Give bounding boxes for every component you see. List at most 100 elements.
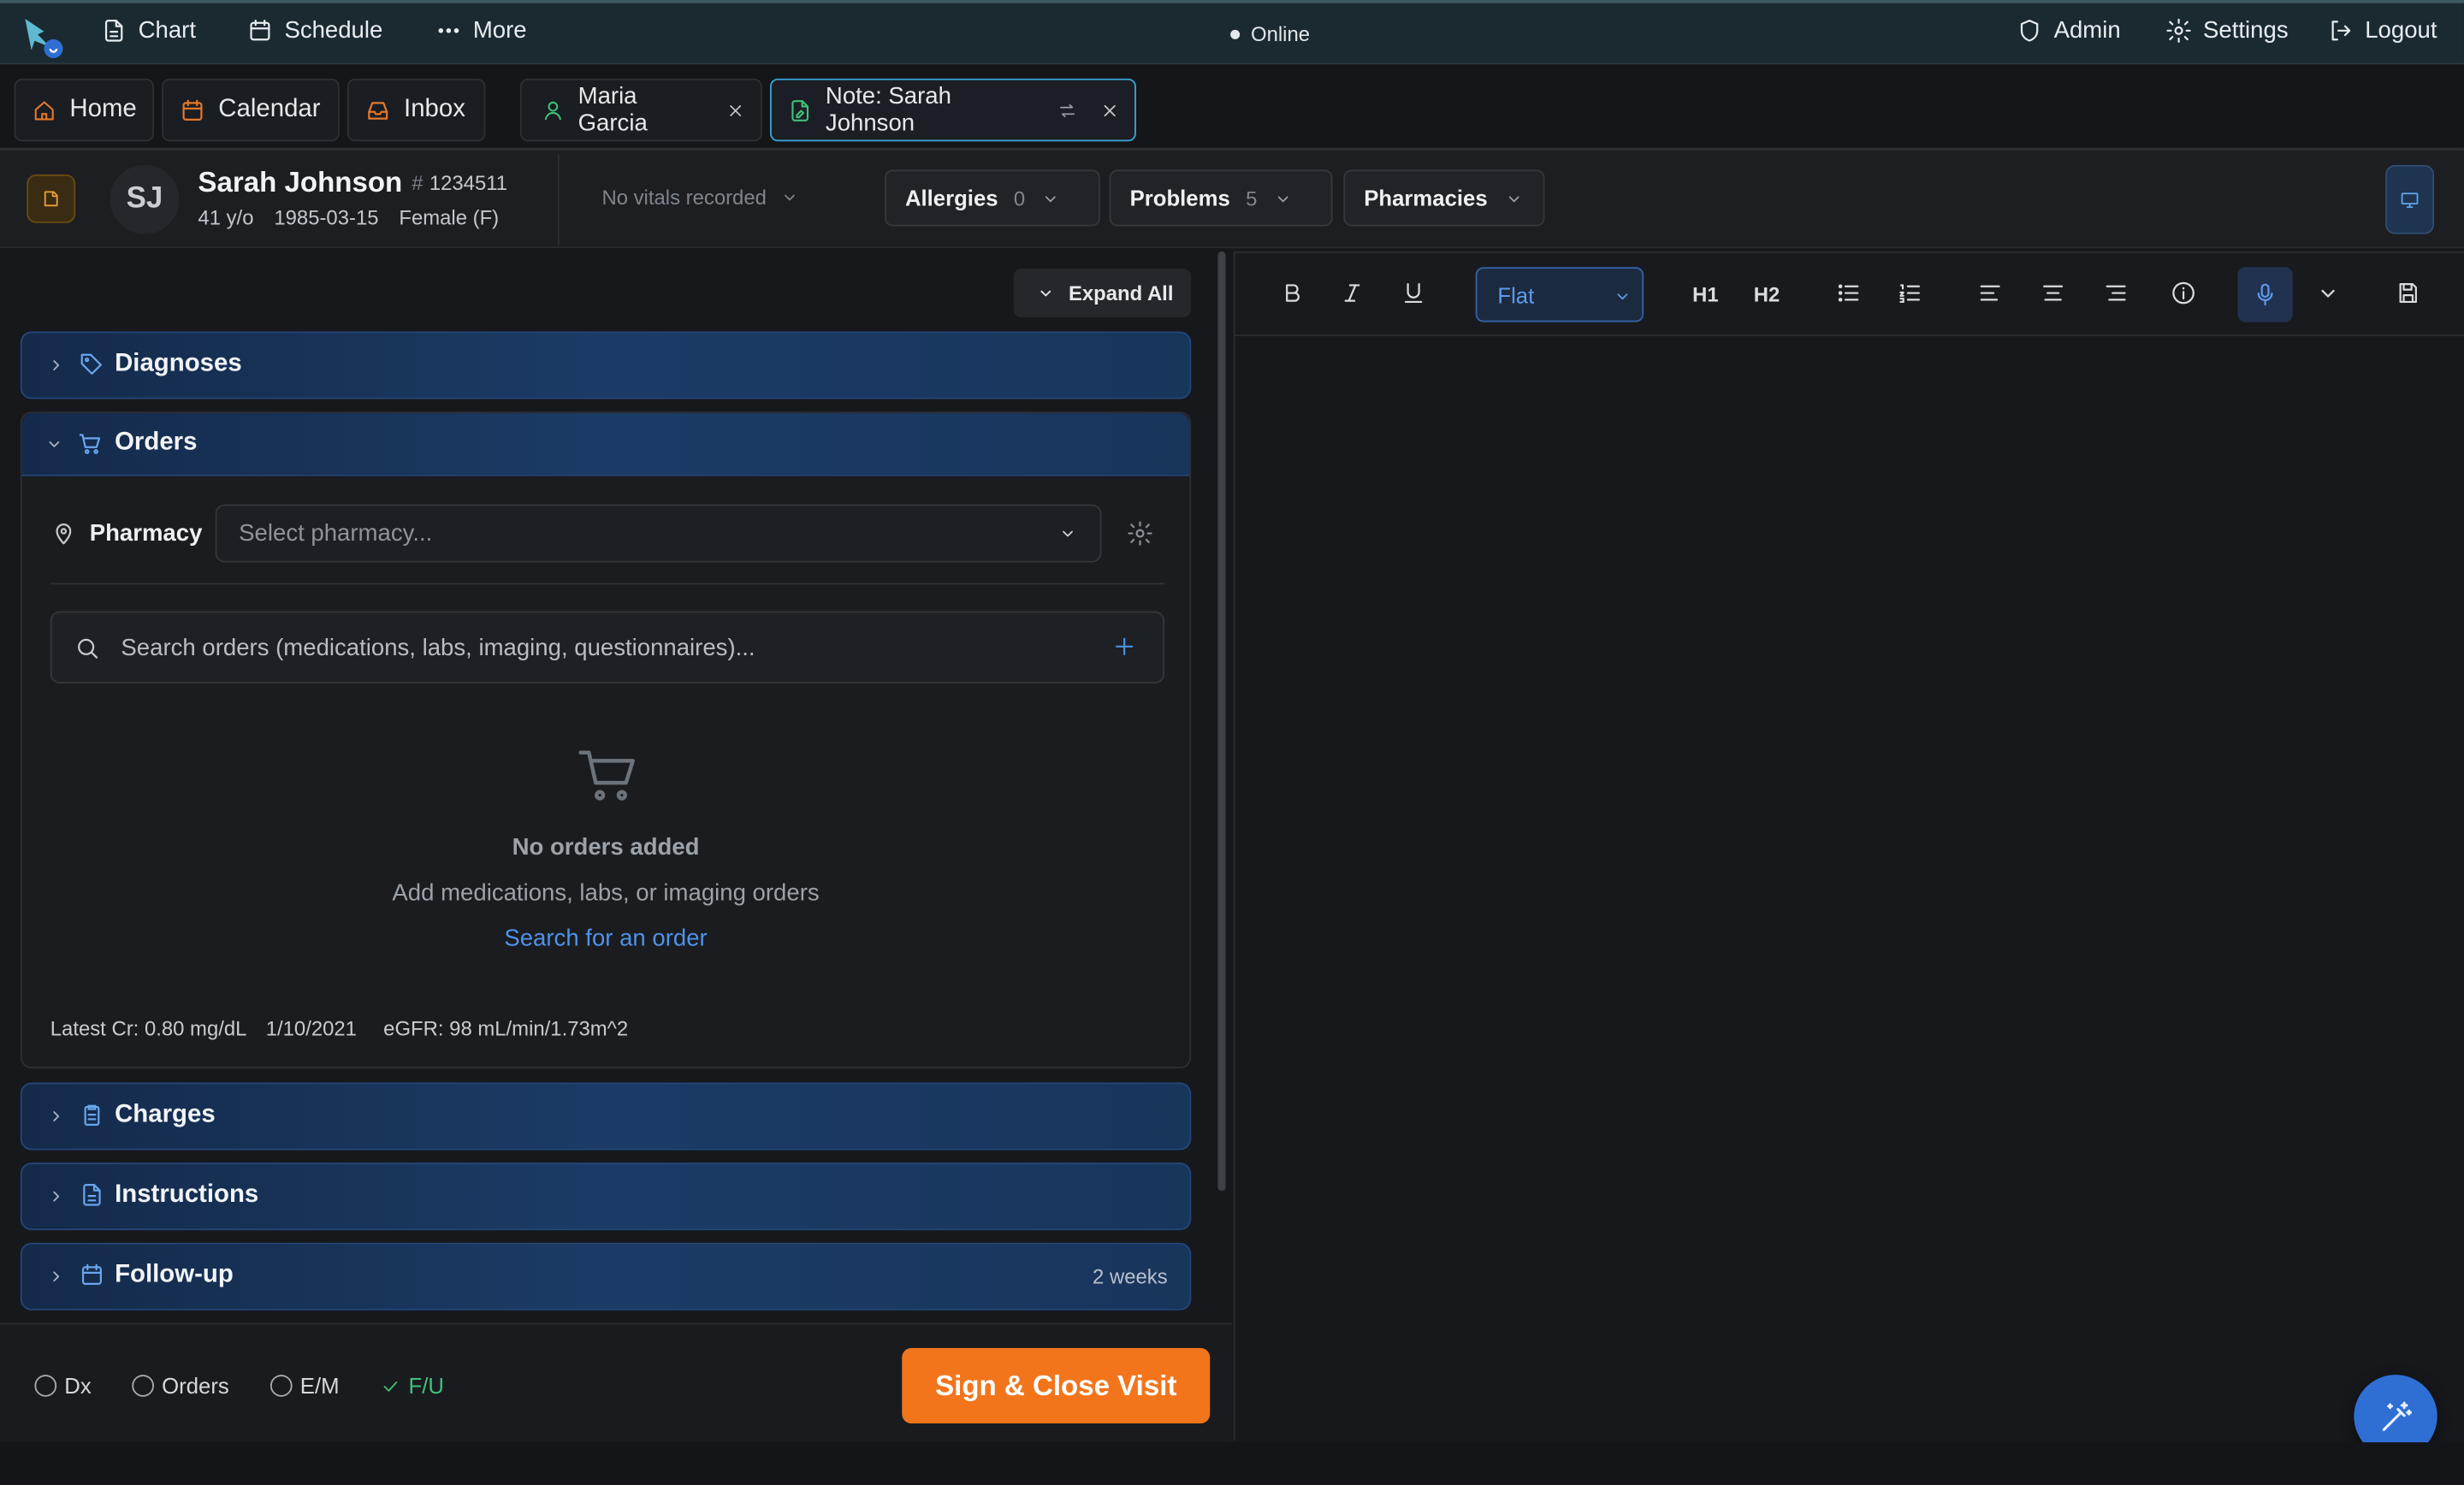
tab-home[interactable]: Home — [14, 78, 154, 142]
chevron-right-icon — [53, 1271, 60, 1282]
nav-logout[interactable]: Logout — [2327, 17, 2437, 44]
nav-schedule[interactable]: Schedule — [246, 17, 382, 44]
tag-icon — [80, 353, 102, 376]
divider — [50, 583, 1164, 585]
problems-dropdown[interactable]: Problems 5 — [1109, 169, 1333, 227]
sign-close-visit-button[interactable]: Sign & Close Visit — [902, 1347, 1211, 1424]
cr-lab: Latest Cr: 0.80 mg/dL 1/10/2021 — [50, 1016, 357, 1040]
section-follow-up[interactable]: Follow-up 2 weeks — [20, 1242, 1192, 1310]
note-icon[interactable] — [27, 174, 76, 223]
section-instructions[interactable]: Instructions — [20, 1163, 1192, 1231]
chevron-down-icon — [1617, 293, 1628, 300]
pharmacy-label-text: Pharmacy — [89, 519, 203, 547]
numbered-list-button[interactable] — [1897, 280, 1923, 306]
dictation-options-button[interactable] — [2314, 280, 2341, 306]
close-icon[interactable] — [726, 100, 744, 121]
heading2-button[interactable]: H2 — [1754, 283, 1780, 307]
chevron-down-icon — [1508, 195, 1519, 202]
chevron-down-icon — [1063, 530, 1073, 537]
nav-settings[interactable]: Settings — [2165, 17, 2289, 44]
cr-value: 0.80 mg/dL — [144, 1016, 246, 1040]
vitals-label: No vitals recorded — [601, 185, 767, 210]
nav-chart[interactable]: Chart — [101, 17, 196, 44]
order-search-placeholder: Search orders (medications, labs, imagin… — [121, 634, 755, 661]
swap-icon[interactable] — [1057, 100, 1077, 121]
align-center-button[interactable] — [2040, 280, 2066, 306]
patient-dob: 1985-03-15 — [274, 205, 379, 230]
section-orders-label: Orders — [115, 429, 198, 456]
checklist-dx[interactable]: Dx — [34, 1373, 92, 1399]
editor-content-area[interactable] — [1235, 338, 2464, 1442]
patient-name[interactable]: Sarah Johnson — [198, 167, 402, 200]
info-button[interactable] — [2170, 280, 2196, 306]
tab-note-sarah-johnson[interactable]: Note: Sarah Johnson — [769, 78, 1136, 142]
cr-date: 1/10/2021 — [265, 1016, 357, 1040]
microphone-icon — [2257, 283, 2273, 306]
italic-button[interactable] — [1339, 280, 1365, 306]
underline-button[interactable] — [1400, 280, 1426, 306]
user-icon — [544, 100, 561, 120]
cr-label: Latest Cr: — [50, 1016, 139, 1040]
align-right-button[interactable] — [2103, 280, 2129, 306]
pharmacy-select[interactable]: Select pharmacy... — [215, 504, 1102, 563]
tab-calendar[interactable]: Calendar — [162, 78, 340, 142]
calendar-icon — [81, 1263, 102, 1285]
save-icon — [2399, 283, 2417, 304]
chevron-right-icon — [53, 1111, 60, 1121]
app-root: Chart Schedule More Online Admin Setting… — [0, 0, 2464, 1485]
problems-count: 5 — [1246, 186, 1258, 210]
visit-panel: Expand All Diagnoses Orders Pharmacy Sel… — [0, 248, 1232, 1449]
bullet-list-button[interactable] — [1835, 280, 1862, 306]
status-dot-icon — [1230, 28, 1241, 38]
nav-logout-label: Logout — [2365, 17, 2437, 44]
vitals-dropdown[interactable]: No vitals recorded — [601, 185, 799, 210]
chevron-down-icon — [1277, 195, 1288, 202]
calendar-icon — [250, 20, 270, 41]
section-diagnoses[interactable]: Diagnoses — [20, 331, 1192, 399]
tab-inbox-label: Inbox — [404, 96, 465, 123]
bold-button[interactable] — [1279, 280, 1306, 306]
close-icon[interactable] — [1099, 100, 1119, 121]
display-toggle-button[interactable] — [2385, 164, 2435, 234]
shield-icon — [2020, 20, 2039, 42]
format-select-value: Flat — [1497, 281, 1535, 308]
more-dots-icon — [438, 28, 459, 33]
format-select[interactable]: Flat — [1475, 267, 1644, 322]
calendar-icon — [182, 98, 203, 121]
pharmacy-settings-button[interactable] — [1127, 520, 1153, 547]
allergies-dropdown[interactable]: Allergies 0 — [885, 169, 1100, 227]
inbox-icon — [368, 101, 388, 119]
align-left-button[interactable] — [1977, 280, 2004, 306]
numbered-list-icon — [1899, 284, 1921, 304]
section-orders[interactable]: Orders — [21, 413, 1190, 476]
mrn-hash: # — [412, 171, 424, 195]
search-order-link[interactable]: Search for an order — [22, 926, 1190, 952]
checklist-fu[interactable]: F/U — [380, 1373, 444, 1399]
dictation-button[interactable] — [2237, 267, 2293, 322]
tab-patient-maria-garcia[interactable]: Maria Garcia — [519, 78, 762, 142]
heading1-button[interactable]: H1 — [1692, 283, 1719, 307]
plus-icon[interactable] — [1111, 633, 1138, 660]
save-button[interactable] — [2395, 280, 2421, 306]
order-search-input[interactable]: Search orders (medications, labs, imagin… — [50, 611, 1164, 683]
nav-admin[interactable]: Admin — [2016, 17, 2121, 44]
left-scrollbar[interactable] — [1217, 251, 1226, 1192]
expand-all-button[interactable]: Expand All — [1013, 269, 1192, 318]
check-icon — [383, 1381, 398, 1391]
status-label: Online — [1251, 21, 1311, 46]
align-center-icon — [2043, 285, 2064, 301]
checklist-em[interactable]: E/M — [270, 1373, 340, 1399]
align-left-icon — [1980, 285, 2000, 301]
italic-icon — [1344, 284, 1360, 302]
section-charges[interactable]: Charges — [20, 1082, 1192, 1151]
checklist-orders[interactable]: Orders — [132, 1373, 229, 1399]
tab-patient-label: Maria Garcia — [578, 83, 648, 137]
pharmacies-dropdown[interactable]: Pharmacies — [1343, 169, 1545, 227]
nav-more[interactable]: More — [435, 17, 527, 44]
patient-sex: Female (F) — [399, 205, 500, 230]
tab-inbox[interactable]: Inbox — [346, 78, 486, 142]
allergies-count: 0 — [1013, 186, 1026, 210]
app-logo-icon[interactable] — [19, 13, 66, 60]
visit-footer: Dx Orders E/M F/U Sign & Close Visit — [0, 1322, 1232, 1443]
document-icon — [83, 1183, 101, 1206]
